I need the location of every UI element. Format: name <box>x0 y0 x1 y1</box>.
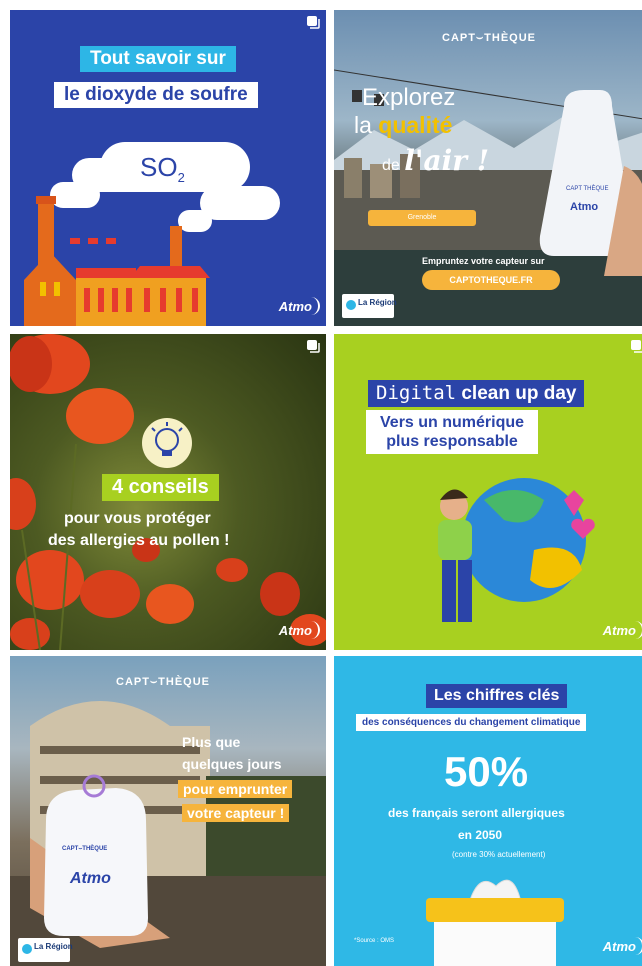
borrow-text: Empruntez votre capteur sur <box>422 256 545 266</box>
tissue-box-illustration <box>426 879 564 966</box>
device-brand: CAPT⌣THÈQUE <box>62 846 108 852</box>
device-atmo-logo: Atmo <box>70 870 111 887</box>
atmo-logo: Atmo <box>278 621 321 639</box>
figure-description-line1: des français seront allergiques <box>388 806 565 820</box>
capttheque-url-link[interactable]: CAPTOTHEQUE.FR <box>422 270 560 290</box>
svg-text:CAPT THÈQUE: CAPT THÈQUE <box>566 185 608 192</box>
post-sulfur-dioxide[interactable]: Tout savoir sur le dioxyde de soufre SO2… <box>10 10 326 326</box>
smoke-cloud <box>200 186 280 220</box>
air-sensor-device <box>30 774 170 948</box>
city-tag: Grenoble <box>368 210 476 226</box>
post-title-line3: pour emprunter <box>178 780 293 798</box>
multi-image-icon <box>631 340 642 353</box>
post-title-line4: votre capteur ! <box>182 804 290 822</box>
heart-icon <box>571 518 595 539</box>
post-explore-air-quality[interactable]: CAPT⌣THÈQUE Explorez la qualité de l'air… <box>334 10 642 326</box>
factory-illustration <box>130 266 210 326</box>
post-title-line3: de l'air ! <box>382 144 490 177</box>
atmo-logo: Atmo <box>278 297 321 315</box>
post-digital-cleanup[interactable]: Digital clean up day Vers un numérique pl… <box>334 334 642 650</box>
region-logo: La Région <box>18 938 73 962</box>
post-title-line2: la qualité <box>354 112 453 138</box>
post-title-line2: des allergies au pollen ! <box>48 532 230 549</box>
post-title-number: 4 conseils <box>102 474 219 501</box>
percent-figure: 50% <box>444 748 529 795</box>
region-logo: La Région <box>342 294 397 318</box>
post-title-line2: le dioxyde de soufre <box>54 82 258 108</box>
earth-illustration <box>438 478 586 622</box>
post-title-line1: Explorez <box>362 84 456 111</box>
svg-text:Atmo: Atmo <box>570 201 598 213</box>
air-sensor-device: CAPT THÈQUE Atmo <box>539 90 642 276</box>
atmo-logo: Atmo <box>602 939 636 954</box>
post-subtitle: des conséquences du changement climatiqu… <box>356 714 587 731</box>
post-borrow-sensor[interactable]: CAPT⌣THÈQUE Plus que quelques jours pour… <box>10 656 326 966</box>
post-title-line1: Plus que <box>182 734 241 750</box>
source-note: *Source : OMS <box>354 938 395 944</box>
post-title-line1: Digital clean up day <box>368 380 585 407</box>
post-key-figures[interactable]: Les chiffres clés des conséquences du ch… <box>334 656 642 966</box>
so2-formula: SO2 <box>140 152 185 186</box>
post-pollen-allergy[interactable]: 4 conseils pour vous protéger des allerg… <box>10 334 326 650</box>
post-title-line2: Vers un numérique plus responsable <box>366 410 539 454</box>
figure-note: (contre 30% actuellement) <box>452 850 546 859</box>
multi-image-icon <box>307 16 320 29</box>
atmo-logo: Atmo <box>602 623 636 638</box>
capttheque-brand: CAPT⌣THÈQUE <box>116 676 211 688</box>
figure-description-line2: en 2050 <box>458 828 503 842</box>
capttheque-brand: CAPT⌣THÈQUE <box>442 32 537 44</box>
post-title-line1: pour vous protéger <box>64 510 211 527</box>
post-title-line2: quelques jours <box>182 756 282 772</box>
post-title-line1: Tout savoir sur <box>80 46 236 72</box>
post-title: Les chiffres clés <box>426 684 568 708</box>
lightbulb-icon <box>142 418 192 468</box>
